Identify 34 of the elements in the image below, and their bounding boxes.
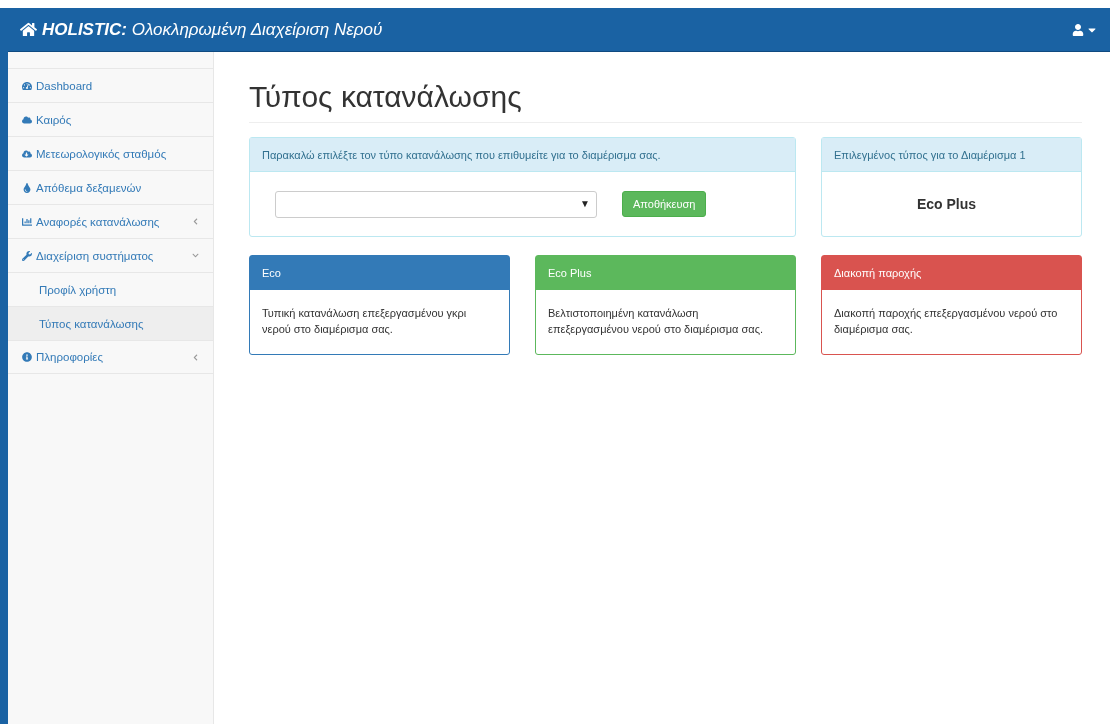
panel-heading: Επιλεγμένος τύπος για το Διαμέρισμα 1 <box>822 138 1081 172</box>
card-heading: Διακοπή παροχής <box>822 256 1081 290</box>
sidebar-item[interactable]: Αναφορές κατανάλωσης <box>8 204 213 238</box>
drop-icon <box>22 182 32 193</box>
sidebar-item[interactable]: Καιρός <box>8 102 213 136</box>
wrench-icon <box>22 250 32 261</box>
sidebar-subitem[interactable]: Τύπος κατανάλωσης <box>8 306 213 340</box>
card-heading: Eco <box>250 256 509 290</box>
sidebar-item[interactable]: Πληροφορίες <box>8 340 213 374</box>
cloud-download-icon <box>22 148 32 159</box>
user-icon <box>1072 23 1084 36</box>
type-dropdown[interactable]: ▼ <box>275 190 597 218</box>
page-title: Τύπος κατανάλωσης <box>249 80 1082 123</box>
sidebar-item[interactable]: Dashboard <box>8 68 213 102</box>
sidebar-item[interactable]: Διαχείριση συστήματος <box>8 238 213 272</box>
card-description: Βελτιστοποιημένη κατανάλωση επεξεργασμένου νερού στο διαμέρισμα σας. <box>548 306 764 337</box>
save-button[interactable]: Αποθήκευση <box>622 191 707 217</box>
panel-heading: Παρακαλώ επιλέξτε τον τύπο κατανάλωσης που επιθυμείτε για το διαμέρισμα σας. <box>250 138 795 172</box>
chevron-left-icon <box>192 353 199 361</box>
card-heading: Eco Plus <box>536 256 795 290</box>
home-icon[interactable] <box>20 21 37 38</box>
chevron-left-icon <box>192 218 199 225</box>
chevron-down-icon <box>192 252 199 259</box>
selected-type-value: Eco Plus <box>915 194 978 214</box>
cloud-icon <box>22 114 32 125</box>
sidebar-item[interactable]: Απόθεμα δεξαμενών <box>8 170 213 204</box>
info-icon <box>22 352 32 362</box>
gauge-icon <box>22 80 32 91</box>
sidebar-item[interactable]: Μετεωρολογικός σταθμός <box>8 136 213 170</box>
card-description: Τυπική κατανάλωση επεξεργασμένου γκρι νερού στο διαμέρισμα σας. <box>262 306 468 337</box>
user-menu-button[interactable] <box>1072 23 1098 36</box>
bar-chart-icon <box>22 216 32 227</box>
card-description: Διακοπή παροχής επεξεργασμένου νερού στο διαμέρισμα σας. <box>834 306 1059 337</box>
app-title: HOLISTIC: Ολοκληρωμένη Διαχείριση Νερού <box>42 19 383 40</box>
